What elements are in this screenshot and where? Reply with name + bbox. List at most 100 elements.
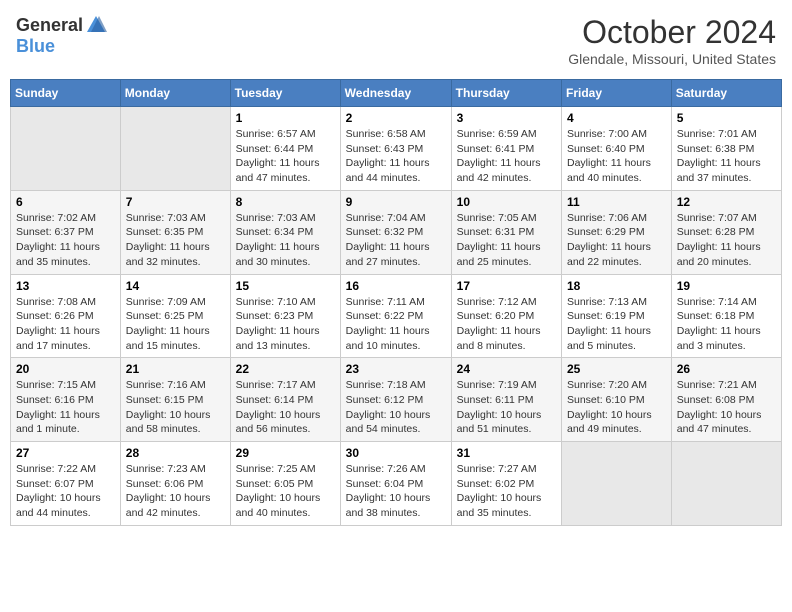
day-info: Sunrise: 7:27 AM Sunset: 6:02 PM Dayligh…: [457, 462, 556, 521]
calendar-cell: 28 Sunrise: 7:23 AM Sunset: 6:06 PM Dayli…: [120, 442, 230, 526]
day-number: 12: [677, 195, 776, 209]
week-row-1: 1 Sunrise: 6:57 AM Sunset: 6:44 PM Daylig…: [11, 107, 782, 191]
day-info: Sunrise: 7:26 AM Sunset: 6:04 PM Dayligh…: [346, 462, 446, 521]
weekday-header-sunday: Sunday: [11, 80, 121, 107]
day-number: 3: [457, 111, 556, 125]
day-number: 30: [346, 446, 446, 460]
week-row-4: 20 Sunrise: 7:15 AM Sunset: 6:16 PM Dayli…: [11, 358, 782, 442]
calendar-cell: 23 Sunrise: 7:18 AM Sunset: 6:12 PM Dayli…: [340, 358, 451, 442]
day-number: 18: [567, 279, 666, 293]
day-number: 22: [236, 362, 335, 376]
page-header: General Blue October 2024 Glendale, Miss…: [10, 10, 782, 71]
calendar-cell: 11Sunrise: 7:06 AM Sunset: 6:29 PM Dayli…: [562, 190, 672, 274]
weekday-header-friday: Friday: [562, 80, 672, 107]
calendar-cell: 2 Sunrise: 6:58 AM Sunset: 6:43 PM Daylig…: [340, 107, 451, 191]
day-number: 27: [16, 446, 115, 460]
day-number: 6: [16, 195, 115, 209]
day-info: Sunrise: 7:14 AM Sunset: 6:18 PM Dayligh…: [677, 295, 776, 354]
calendar-cell: 13Sunrise: 7:08 AM Sunset: 6:26 PM Dayli…: [11, 274, 121, 358]
day-info: Sunrise: 7:15 AM Sunset: 6:16 PM Dayligh…: [16, 378, 115, 437]
calendar-cell: 16Sunrise: 7:11 AM Sunset: 6:22 PM Dayli…: [340, 274, 451, 358]
day-info: Sunrise: 7:18 AM Sunset: 6:12 PM Dayligh…: [346, 378, 446, 437]
day-number: 20: [16, 362, 115, 376]
calendar-cell: 27 Sunrise: 7:22 AM Sunset: 6:07 PM Dayli…: [11, 442, 121, 526]
day-number: 1: [236, 111, 335, 125]
logo: General Blue: [16, 14, 107, 57]
calendar-cell: 5Sunrise: 7:01 AM Sunset: 6:38 PM Daylig…: [671, 107, 781, 191]
calendar-cell: 10 Sunrise: 7:05 AM Sunset: 6:31 PM Dayli…: [451, 190, 561, 274]
calendar-cell: 6 Sunrise: 7:02 AM Sunset: 6:37 PM Daylig…: [11, 190, 121, 274]
day-info: Sunrise: 7:25 AM Sunset: 6:05 PM Dayligh…: [236, 462, 335, 521]
day-number: 4: [567, 111, 666, 125]
day-number: 25: [567, 362, 666, 376]
day-info: Sunrise: 7:17 AM Sunset: 6:14 PM Dayligh…: [236, 378, 335, 437]
calendar-cell: 18 Sunrise: 7:13 AM Sunset: 6:19 PM Dayli…: [562, 274, 672, 358]
day-number: 29: [236, 446, 335, 460]
day-number: 10: [457, 195, 556, 209]
day-number: 24: [457, 362, 556, 376]
day-info: Sunrise: 7:05 AM Sunset: 6:31 PM Dayligh…: [457, 211, 556, 270]
calendar-cell: 20 Sunrise: 7:15 AM Sunset: 6:16 PM Dayli…: [11, 358, 121, 442]
calendar-cell: 8 Sunrise: 7:03 AM Sunset: 6:34 PM Daylig…: [230, 190, 340, 274]
day-number: 28: [126, 446, 225, 460]
calendar-cell: 24 Sunrise: 7:19 AM Sunset: 6:11 PM Dayli…: [451, 358, 561, 442]
day-info: Sunrise: 7:22 AM Sunset: 6:07 PM Dayligh…: [16, 462, 115, 521]
day-number: 11: [567, 195, 666, 209]
calendar-cell: 29 Sunrise: 7:25 AM Sunset: 6:05 PM Dayli…: [230, 442, 340, 526]
day-number: 26: [677, 362, 776, 376]
day-number: 2: [346, 111, 446, 125]
calendar-cell: 19 Sunrise: 7:14 AM Sunset: 6:18 PM Dayli…: [671, 274, 781, 358]
calendar-cell: 21 Sunrise: 7:16 AM Sunset: 6:15 PM Dayli…: [120, 358, 230, 442]
calendar-table: SundayMondayTuesdayWednesdayThursdayFrid…: [10, 79, 782, 526]
day-info: Sunrise: 7:21 AM Sunset: 6:08 PM Dayligh…: [677, 378, 776, 437]
calendar-title: October 2024: [568, 14, 776, 51]
day-info: Sunrise: 6:59 AM Sunset: 6:41 PM Dayligh…: [457, 127, 556, 186]
day-number: 14: [126, 279, 225, 293]
calendar-cell: 26 Sunrise: 7:21 AM Sunset: 6:08 PM Dayli…: [671, 358, 781, 442]
day-info: Sunrise: 7:20 AM Sunset: 6:10 PM Dayligh…: [567, 378, 666, 437]
day-number: 7: [126, 195, 225, 209]
day-info: Sunrise: 6:57 AM Sunset: 6:44 PM Dayligh…: [236, 127, 335, 186]
day-number: 21: [126, 362, 225, 376]
day-info: Sunrise: 7:01 AM Sunset: 6:38 PM Dayligh…: [677, 127, 776, 186]
title-section: October 2024 Glendale, Missouri, United …: [568, 14, 776, 67]
day-info: Sunrise: 7:04 AM Sunset: 6:32 PM Dayligh…: [346, 211, 446, 270]
day-number: 17: [457, 279, 556, 293]
calendar-cell: 14Sunrise: 7:09 AM Sunset: 6:25 PM Dayli…: [120, 274, 230, 358]
day-number: 9: [346, 195, 446, 209]
day-info: Sunrise: 7:23 AM Sunset: 6:06 PM Dayligh…: [126, 462, 225, 521]
weekday-header-tuesday: Tuesday: [230, 80, 340, 107]
calendar-cell: 15 Sunrise: 7:10 AM Sunset: 6:23 PM Dayli…: [230, 274, 340, 358]
calendar-cell: 7Sunrise: 7:03 AM Sunset: 6:35 PM Daylig…: [120, 190, 230, 274]
day-info: Sunrise: 7:10 AM Sunset: 6:23 PM Dayligh…: [236, 295, 335, 354]
day-info: Sunrise: 6:58 AM Sunset: 6:43 PM Dayligh…: [346, 127, 446, 186]
day-info: Sunrise: 7:00 AM Sunset: 6:40 PM Dayligh…: [567, 127, 666, 186]
day-info: Sunrise: 7:03 AM Sunset: 6:34 PM Dayligh…: [236, 211, 335, 270]
calendar-cell: 9 Sunrise: 7:04 AM Sunset: 6:32 PM Daylig…: [340, 190, 451, 274]
day-info: Sunrise: 7:19 AM Sunset: 6:11 PM Dayligh…: [457, 378, 556, 437]
day-number: 16: [346, 279, 446, 293]
week-row-3: 13Sunrise: 7:08 AM Sunset: 6:26 PM Dayli…: [11, 274, 782, 358]
day-info: Sunrise: 7:02 AM Sunset: 6:37 PM Dayligh…: [16, 211, 115, 270]
calendar-cell: 22 Sunrise: 7:17 AM Sunset: 6:14 PM Dayli…: [230, 358, 340, 442]
day-number: 15: [236, 279, 335, 293]
day-number: 31: [457, 446, 556, 460]
logo-general: General: [16, 15, 83, 36]
day-number: 19: [677, 279, 776, 293]
calendar-cell: 1 Sunrise: 6:57 AM Sunset: 6:44 PM Daylig…: [230, 107, 340, 191]
weekday-header-wednesday: Wednesday: [340, 80, 451, 107]
day-info: Sunrise: 7:07 AM Sunset: 6:28 PM Dayligh…: [677, 211, 776, 270]
day-number: 23: [346, 362, 446, 376]
day-number: 8: [236, 195, 335, 209]
week-row-2: 6 Sunrise: 7:02 AM Sunset: 6:37 PM Daylig…: [11, 190, 782, 274]
calendar-cell: 17Sunrise: 7:12 AM Sunset: 6:20 PM Dayli…: [451, 274, 561, 358]
weekday-header-monday: Monday: [120, 80, 230, 107]
day-info: Sunrise: 7:13 AM Sunset: 6:19 PM Dayligh…: [567, 295, 666, 354]
calendar-cell: 12 Sunrise: 7:07 AM Sunset: 6:28 PM Dayli…: [671, 190, 781, 274]
day-info: Sunrise: 7:16 AM Sunset: 6:15 PM Dayligh…: [126, 378, 225, 437]
calendar-cell: 4 Sunrise: 7:00 AM Sunset: 6:40 PM Daylig…: [562, 107, 672, 191]
calendar-cell: 25 Sunrise: 7:20 AM Sunset: 6:10 PM Dayli…: [562, 358, 672, 442]
weekday-header-thursday: Thursday: [451, 80, 561, 107]
calendar-cell: [120, 107, 230, 191]
calendar-cell: 3 Sunrise: 6:59 AM Sunset: 6:41 PM Daylig…: [451, 107, 561, 191]
